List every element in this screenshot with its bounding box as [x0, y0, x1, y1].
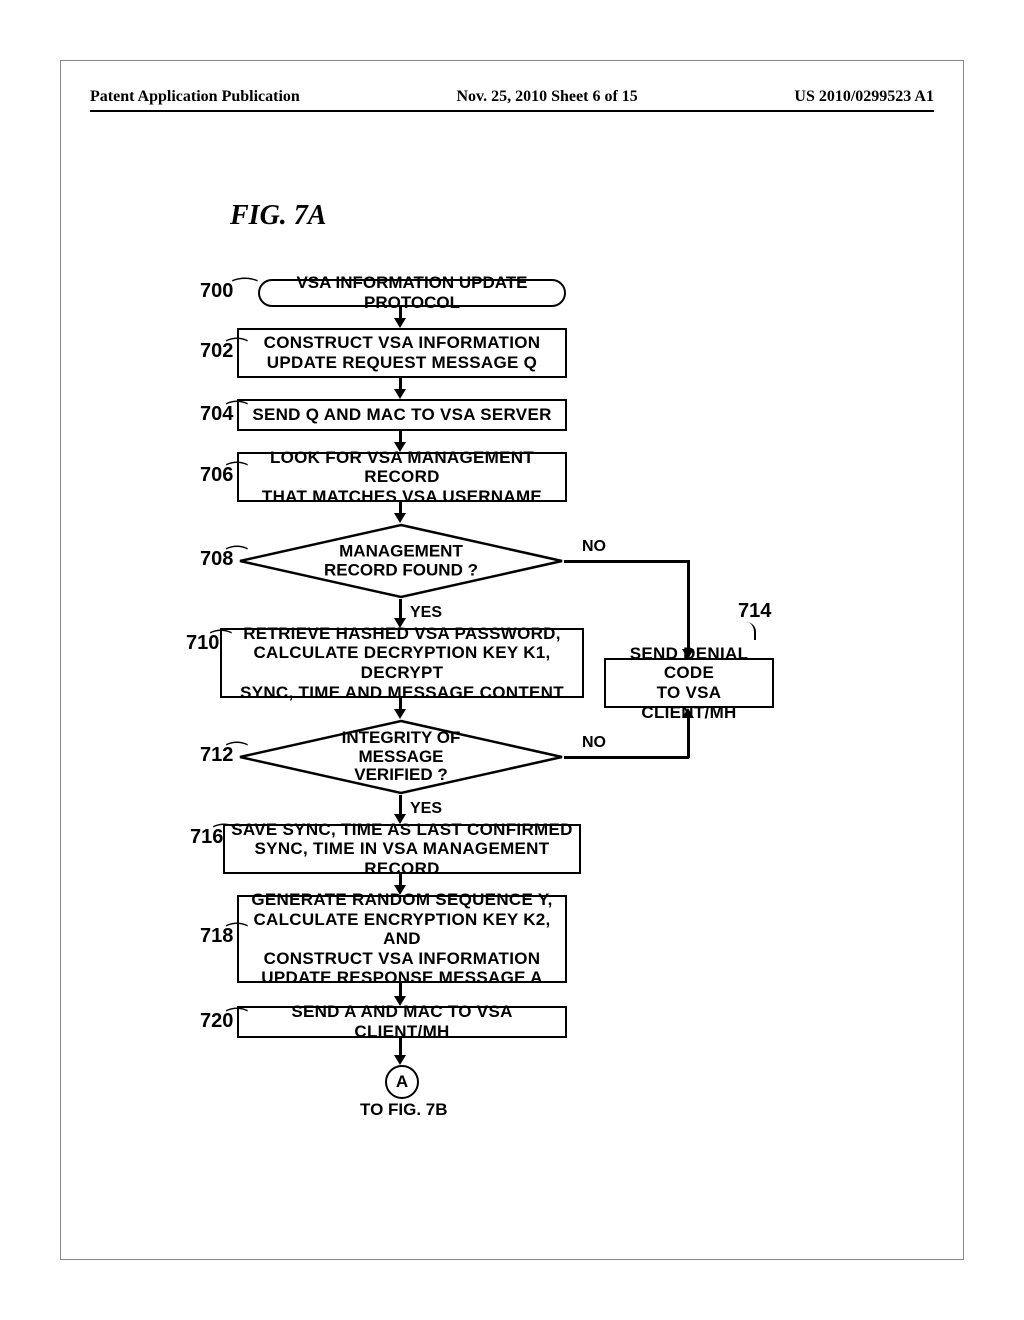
- leader-706: ⁀: [227, 462, 246, 488]
- leader-714: [742, 622, 756, 640]
- leader-710: ⁀: [211, 630, 230, 656]
- arrow: [399, 795, 402, 815]
- line: [564, 560, 689, 563]
- line: [564, 756, 689, 759]
- arrow: [399, 599, 402, 619]
- decision-integrity: INTEGRITY OF MESSAGE VERIFIED ?: [238, 719, 564, 795]
- block-construct-q: CONSTRUCT VSA INFORMATION UPDATE REQUEST…: [237, 328, 567, 378]
- label-no: NO: [582, 734, 606, 752]
- block-save-sync: SAVE SYNC, TIME AS LAST CONFIRMED SYNC, …: [223, 824, 581, 874]
- label-yes: YES: [410, 604, 442, 622]
- decision-record-found: MANAGEMENT RECORD FOUND ?: [238, 523, 564, 599]
- decision-text: MANAGEMENT RECORD FOUND ?: [324, 542, 478, 579]
- leader-716: ⁀: [214, 824, 233, 850]
- leader-708: ⁀: [227, 546, 246, 572]
- line: [687, 560, 690, 650]
- arrowhead-icon: [394, 513, 406, 523]
- block-generate-response: GENERATE RANDOM SEQUENCE Y, CALCULATE EN…: [237, 895, 567, 983]
- block-text: SEND A AND MAC TO VSA CLIENT/MH: [245, 1002, 559, 1041]
- connector-caption: TO FIG. 7B: [360, 1100, 448, 1120]
- leader-720: ⁀: [227, 1008, 246, 1034]
- leader-700: ⁀: [233, 278, 256, 304]
- block-text: CONSTRUCT VSA INFORMATION UPDATE REQUEST…: [264, 333, 541, 372]
- arrowhead-icon: [394, 1055, 406, 1065]
- block-look-record: LOOK FOR VSA MANAGEMENT RECORD THAT MATC…: [237, 452, 567, 502]
- leader-718: ⁀: [227, 923, 246, 949]
- line: [687, 718, 690, 758]
- block-retrieve-decrypt: RETRIEVE HASHED VSA PASSWORD, CALCULATE …: [220, 628, 584, 698]
- leader-712: ⁀: [227, 742, 246, 768]
- block-send-q: SEND Q AND MAC TO VSA SERVER: [237, 399, 567, 431]
- decision-text: INTEGRITY OF MESSAGE VERIFIED ?: [320, 729, 483, 785]
- block-send-denial: SEND DENIAL CODE TO VSA CLIENT/MH: [604, 658, 774, 708]
- arrowhead-icon: [394, 318, 406, 328]
- arrowhead-icon: [682, 708, 694, 718]
- block-text: SEND Q AND MAC TO VSA SERVER: [252, 405, 551, 425]
- label-no: NO: [582, 538, 606, 556]
- arrowhead-icon: [394, 389, 406, 399]
- ref-700: 700: [200, 280, 233, 303]
- terminator-protocol: VSA INFORMATION UPDATE PROTOCOL: [258, 279, 566, 307]
- arrow: [399, 983, 402, 997]
- arrowhead-icon: [394, 709, 406, 719]
- block-text: GENERATE RANDOM SEQUENCE Y, CALCULATE EN…: [245, 890, 559, 988]
- block-send-a: SEND A AND MAC TO VSA CLIENT/MH: [237, 1006, 567, 1038]
- leader-702: ⁀: [227, 338, 246, 364]
- connector-letter: A: [396, 1072, 408, 1091]
- block-text: LOOK FOR VSA MANAGEMENT RECORD THAT MATC…: [245, 448, 559, 507]
- block-text: RETRIEVE HASHED VSA PASSWORD, CALCULATE …: [228, 624, 576, 702]
- leader-704: ⁀: [227, 401, 246, 427]
- block-text: SAVE SYNC, TIME AS LAST CONFIRMED SYNC, …: [231, 820, 573, 879]
- ref-714: 714: [738, 600, 771, 623]
- arrow: [399, 1038, 402, 1056]
- flowchart: VSA INFORMATION UPDATE PROTOCOL 700 ⁀ CO…: [0, 0, 1024, 1320]
- label-yes: YES: [410, 800, 442, 818]
- connector-circle: A: [385, 1065, 419, 1099]
- terminator-text: VSA INFORMATION UPDATE PROTOCOL: [274, 273, 550, 313]
